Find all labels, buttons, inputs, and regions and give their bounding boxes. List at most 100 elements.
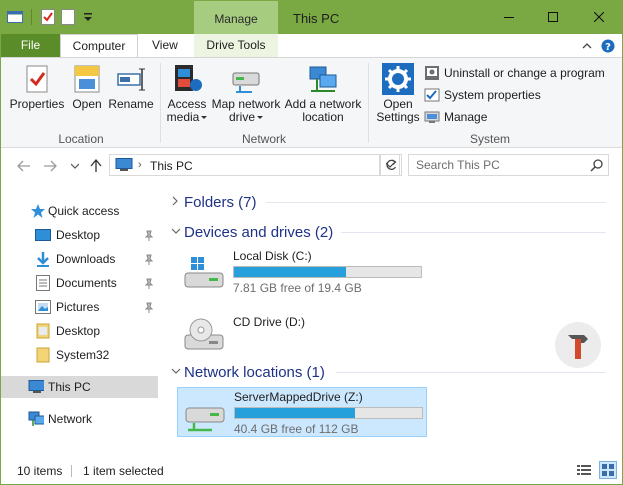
window-title: This PC — [293, 11, 340, 26]
location-group-label: Location — [58, 132, 104, 146]
properties-button[interactable]: Properties — [9, 63, 65, 111]
close-button[interactable] — [576, 1, 622, 32]
nav-item-label: Desktop — [56, 228, 101, 242]
nav-item-documents[interactable]: Documents — [1, 272, 158, 294]
access-media-label-1: Access — [167, 97, 207, 111]
nav-this-pc-label: This PC — [48, 380, 91, 394]
tab-file[interactable]: File — [1, 34, 60, 58]
tab-drive-tools[interactable]: Drive Tools — [194, 34, 278, 58]
system-properties-icon — [424, 88, 440, 102]
nav-item-pictures[interactable]: Pictures — [1, 296, 158, 318]
nav-item-downloads[interactable]: Downloads — [1, 248, 158, 270]
nav-network[interactable]: Network — [1, 408, 158, 430]
tab-view[interactable]: View — [144, 34, 186, 58]
search-icon[interactable] — [590, 159, 603, 175]
nav-item-label: System32 — [56, 348, 110, 362]
breadcrumb-separator[interactable]: › — [138, 159, 142, 171]
title-bar: Manage This PC — [1, 1, 622, 34]
open-button[interactable]: Open — [69, 63, 105, 111]
search-box[interactable] — [408, 154, 609, 176]
pin-icon[interactable] — [144, 254, 154, 266]
open-settings-label-1: Open — [383, 97, 413, 111]
group-folders-label: Folders (7) — [184, 193, 257, 211]
group-network-label: Network locations (1) — [184, 363, 325, 381]
chevron-down-icon — [171, 226, 184, 238]
group-folders[interactable]: Folders (7) — [171, 191, 611, 213]
documents-icon — [35, 275, 51, 291]
forward-button[interactable] — [41, 157, 59, 175]
pin-icon[interactable] — [144, 302, 154, 314]
network-icon — [28, 411, 44, 427]
manage-button[interactable]: Manage — [424, 107, 487, 127]
minimize-button[interactable] — [486, 1, 532, 32]
chevron-right-icon — [171, 196, 184, 209]
refresh-button[interactable] — [380, 154, 402, 176]
address-bar[interactable]: › This PC — [109, 154, 380, 176]
pictures-icon — [35, 299, 51, 315]
nav-quick-access-label: Quick access — [48, 204, 120, 218]
drive-tile-cd-drive-d[interactable]: CD Drive (D:) — [177, 309, 427, 359]
help-icon[interactable]: ? — [600, 38, 616, 54]
details-view-button[interactable] — [575, 461, 593, 479]
pin-icon[interactable] — [144, 230, 154, 242]
svg-text:?: ? — [605, 42, 611, 53]
rename-button[interactable]: Rename — [108, 63, 154, 111]
file-explorer-window: Manage This PC File Computer View Drive … — [0, 0, 623, 485]
quick-access-toolbar — [7, 9, 96, 25]
search-input[interactable] — [416, 158, 576, 172]
network-group-label: Network — [241, 132, 286, 146]
access-media-label-2: media — [166, 110, 200, 124]
breadcrumb-this-pc[interactable]: This PC — [150, 159, 193, 173]
drive-tile-local-disk-c[interactable]: Local Disk (C:) 7.81 GB free of 19.4 GB — [177, 247, 427, 297]
map-network-drive-button[interactable]: Map network drive — [209, 63, 283, 124]
up-button[interactable] — [87, 157, 105, 175]
nav-item-system32[interactable]: System32 — [1, 344, 158, 366]
repair-hammer-icon — [554, 321, 602, 369]
nav-item-label: Pictures — [56, 300, 100, 314]
maximize-button[interactable] — [530, 1, 576, 32]
access-media-button[interactable]: Access media — [165, 63, 209, 124]
nav-this-pc[interactable]: This PC — [1, 376, 158, 398]
selection-count: 1 item selected — [83, 464, 164, 478]
chevron-down-icon — [171, 366, 184, 378]
explorer-app-icon[interactable] — [7, 9, 23, 25]
chevron-down-icon — [201, 116, 208, 120]
open-icon — [71, 63, 103, 95]
folder-icon — [35, 347, 51, 363]
uninstall-label: Uninstall or change a program — [444, 66, 605, 80]
new-folder-quick-icon[interactable] — [60, 9, 76, 25]
nav-quick-access[interactable]: Quick access — [1, 200, 158, 222]
open-settings-button[interactable]: Open Settings — [375, 63, 421, 124]
access-media-icon — [171, 63, 203, 95]
group-network-locations[interactable]: Network locations (1) — [171, 361, 611, 383]
cd-drive-icon — [183, 317, 225, 353]
pin-icon[interactable] — [144, 278, 154, 290]
system-properties-button[interactable]: System properties — [424, 85, 541, 105]
collapse-ribbon-icon[interactable] — [579, 38, 595, 54]
status-separator — [71, 465, 72, 477]
group-divider — [266, 202, 606, 203]
uninstall-program-button[interactable]: Uninstall or change a program — [424, 63, 605, 83]
recent-locations-button[interactable] — [66, 157, 84, 175]
system-group-label: System — [469, 132, 510, 146]
drive-tile-server-mapped-z[interactable]: ServerMappedDrive (Z:) 40.4 GB free of 1… — [177, 387, 427, 437]
properties-icon — [21, 63, 53, 95]
group-devices-and-drives[interactable]: Devices and drives (2) — [171, 221, 611, 243]
back-button[interactable] — [15, 157, 33, 175]
refresh-icon — [386, 159, 397, 170]
tiles-view-button[interactable] — [599, 461, 617, 479]
customize-toolbar-icon[interactable] — [80, 9, 96, 25]
properties-quick-icon[interactable] — [40, 9, 56, 25]
properties-label: Properties — [9, 97, 65, 111]
downloads-icon — [35, 251, 51, 267]
add-network-location-button[interactable]: Add a network location — [283, 63, 363, 124]
drive-usage-bar — [234, 407, 423, 419]
drive-name: Local Disk (C:) — [233, 249, 312, 263]
drive-usage-fill — [234, 267, 347, 277]
nav-item-desktop[interactable]: Desktop — [1, 224, 158, 246]
system-properties-label: System properties — [444, 88, 541, 102]
drive-usage-bar — [233, 266, 422, 278]
tab-computer[interactable]: Computer — [60, 34, 138, 58]
nav-item-desktop-folder[interactable]: Desktop — [1, 320, 158, 342]
drive-name: CD Drive (D:) — [233, 315, 305, 329]
